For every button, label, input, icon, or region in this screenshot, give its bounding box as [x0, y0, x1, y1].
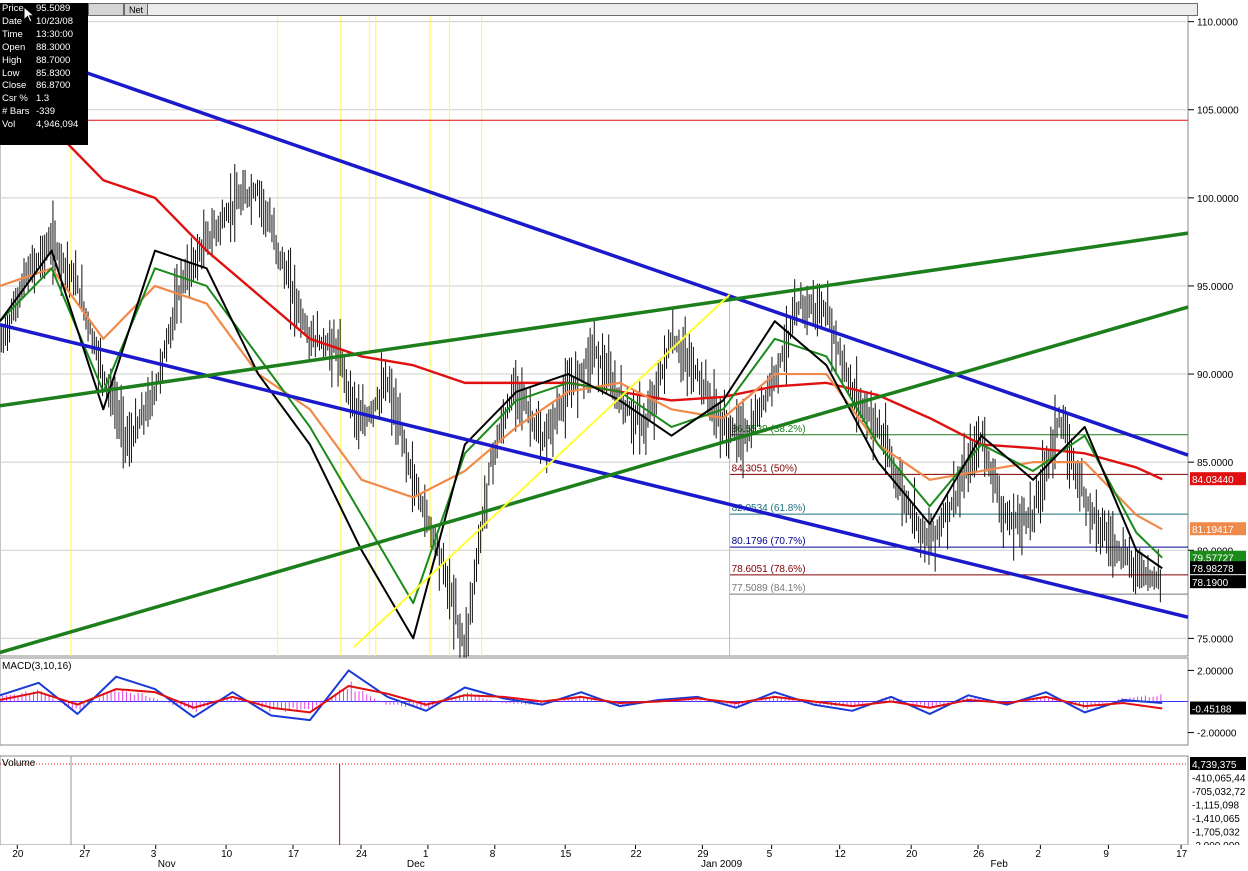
- info-label: Time: [2, 28, 23, 40]
- price-ytick-label: 75.0000: [1197, 634, 1234, 645]
- stock-chart: 75.000080.000085.000090.000095.0000100.0…: [0, 3, 1248, 871]
- info-label: Csr %: [2, 93, 28, 105]
- info-value: -339: [36, 106, 56, 118]
- info-label: High: [2, 54, 22, 66]
- macd-ytick-label: -2.00000: [1197, 729, 1237, 740]
- x-tick-label: 27: [79, 849, 91, 860]
- volume-panel: Volume 4,739,375 -410,065,44 -705,032,72 -1,…: [0, 755, 1246, 852]
- info-label: Vol: [2, 119, 16, 131]
- x-tick-label: 20: [12, 849, 24, 860]
- net-button[interactable]: Net: [124, 3, 149, 16]
- x-axis: 20 27 3 10 17 24 1 8 15 22 29 5 12 20 26 2 9 17Nov Dec Jan …: [0, 845, 1248, 871]
- info-label: Open: [2, 41, 26, 53]
- x-tick-label: 15: [560, 849, 572, 860]
- info-row: Close 86.8700: [0, 80, 88, 93]
- fib-level-label: 78.6051 (78.6%): [732, 564, 806, 575]
- x-month-label: Dec: [407, 859, 425, 870]
- macd-ytick-label: 2.00000: [1197, 666, 1234, 677]
- price-ytick-label: 105.0000: [1197, 106, 1239, 117]
- info-row: Time 13:30:00: [0, 29, 88, 42]
- fib-level-label: 77.5089 (84.1%): [732, 583, 806, 594]
- macd-title: MACD(3,10,16): [2, 661, 71, 672]
- fib-level-label: 84.3051 (50%): [732, 463, 798, 474]
- x-tick-label: 24: [356, 849, 368, 860]
- price-ytick-label: 110.0000: [1197, 18, 1238, 29]
- x-tick-label: 22: [631, 849, 643, 860]
- x-tick-label: 3: [151, 849, 157, 860]
- x-tick-label: 5: [767, 849, 773, 860]
- info-row: Open 88.3000: [0, 42, 88, 55]
- x-tick-label: 2: [1035, 849, 1041, 860]
- x-tick-label: 8: [490, 849, 496, 860]
- info-row: High 88.7000: [0, 55, 88, 68]
- volume-title: Volume: [2, 758, 36, 769]
- toolbar-button-blank[interactable]: [88, 3, 124, 16]
- info-row: Price 95.5089: [0, 3, 88, 16]
- x-month-label: Jan 2009: [701, 859, 743, 870]
- info-value: 95.5089: [36, 3, 71, 14]
- price-ytick-label: 95.0000: [1197, 282, 1234, 293]
- chart-toolbar: Net: [88, 3, 1199, 16]
- info-value: 13:30:00: [36, 28, 73, 40]
- info-row: Low 85.8300: [0, 68, 88, 81]
- info-value: 85.8300: [36, 67, 71, 79]
- x-axis-band: [0, 845, 1248, 871]
- price-ytick-label: 90.0000: [1197, 370, 1234, 381]
- volume-ytick-label: -1,705,032: [1192, 828, 1240, 839]
- price-tag-label: 78.1900: [1192, 578, 1229, 589]
- price-tag-label: 81.19417: [1192, 525, 1234, 536]
- volume-ytick-label: 4,739,375: [1192, 760, 1237, 771]
- x-tick-label: 9: [1103, 849, 1109, 860]
- x-tick-label: 10: [221, 849, 233, 860]
- price-tag-label: 84.03440: [1192, 475, 1234, 486]
- x-tick-label: 17: [288, 849, 300, 860]
- x-tick-label: 20: [906, 849, 918, 860]
- x-tick-label: 26: [973, 849, 985, 860]
- info-value: 86.8700: [36, 80, 71, 92]
- info-label: Low: [2, 67, 20, 79]
- volume-ytick-label: -1,410,065: [1192, 814, 1240, 825]
- volume-ytick-label: -705,032,72: [1192, 787, 1246, 798]
- info-row: Csr % 1.3: [0, 93, 88, 106]
- price-tag-label: 78.98278: [1192, 564, 1234, 575]
- price-ytick-label: 85.0000: [1197, 458, 1234, 469]
- volume-ytick-label: -410,065,44: [1192, 774, 1246, 785]
- info-value: 88.3000: [36, 41, 71, 53]
- info-row: Vol 4,946,094: [0, 119, 88, 132]
- volume-plot-frame: [0, 755, 1189, 846]
- info-value: 4,946,094: [36, 119, 79, 131]
- info-value: 1.3: [36, 93, 50, 105]
- toolbar-strip: [148, 3, 1199, 16]
- x-tick-label: 12: [835, 849, 847, 860]
- info-value: 10/23/08: [36, 15, 73, 27]
- x-tick-label: 17: [1176, 849, 1188, 860]
- fib-level-label: 80.1796 (70.7%): [732, 536, 806, 547]
- macd-value-tag-label: -0.45188: [1192, 705, 1232, 716]
- info-value: 88.7000: [36, 54, 71, 66]
- macd-panel: 2.00000 -2.00000 -0.45188 MACD(3,10,16): [0, 657, 1246, 746]
- info-row: Date 10/23/08: [0, 16, 88, 29]
- x-month-label: Feb: [991, 859, 1009, 870]
- price-info-box: Price 95.5089 Date 10/23/08 Time 13:30:00 Open…: [0, 3, 88, 145]
- x-month-label: Nov: [158, 859, 176, 870]
- mouse-cursor-icon: [23, 6, 36, 23]
- price-ytick-label: 100.0000: [1197, 194, 1239, 205]
- info-label: Close: [2, 80, 27, 92]
- info-row: # Bars -339: [0, 106, 88, 119]
- price-panel: 75.000080.000085.000090.000095.0000100.0…: [0, 3, 1246, 668]
- volume-ytick-label: -1,115,098: [1192, 801, 1240, 812]
- info-label: # Bars: [2, 106, 30, 118]
